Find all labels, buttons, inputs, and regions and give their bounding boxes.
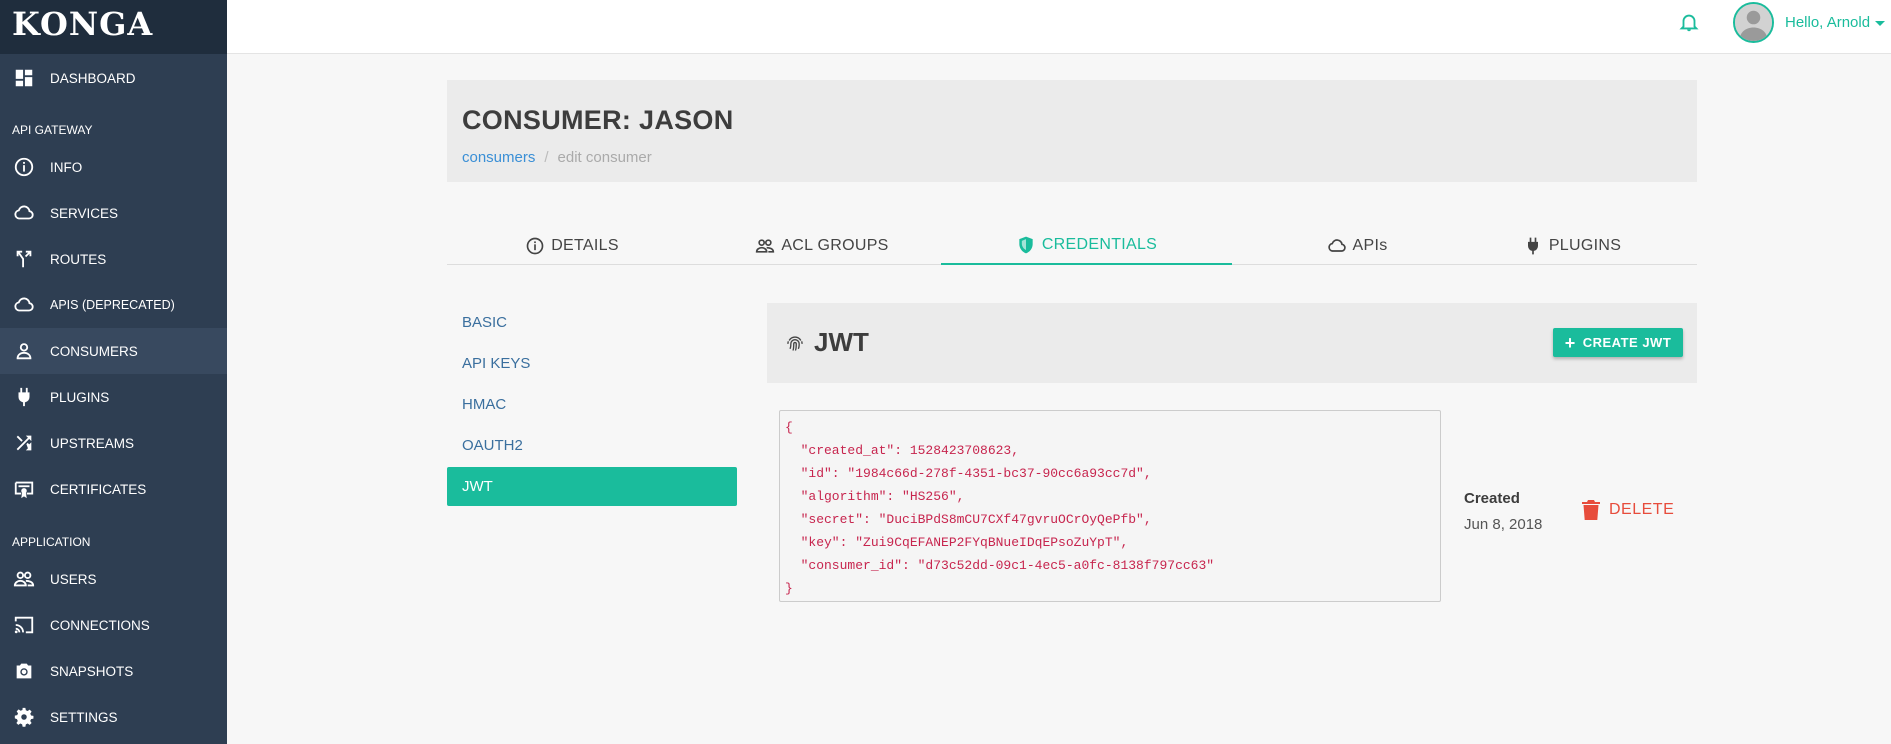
tab-label: ACL GROUPS — [781, 236, 889, 254]
info-icon — [12, 155, 36, 179]
trash-icon — [1582, 500, 1600, 520]
routes-icon — [12, 247, 36, 271]
page-header: CONSUMER: JASON consumers / edit consumer — [447, 80, 1697, 182]
camera-icon — [12, 659, 36, 683]
created-label: Created — [1464, 490, 1520, 507]
consumer-tabs: DETAILS ACL GROUPS CREDENTIALS APIs PLUG… — [447, 226, 1697, 265]
plug-icon — [12, 385, 36, 409]
sidebar-item-label: CONSUMERS — [50, 343, 138, 359]
tab-label: CREDENTIALS — [1041, 235, 1158, 253]
greeting-text: Hello, Arnold — [1785, 14, 1871, 31]
sidebar-item-label: USERS — [50, 571, 97, 587]
sidebar-item-dashboard[interactable]: DASHBOARD — [0, 55, 227, 101]
jwt-title: JWT — [785, 327, 869, 358]
sidebar-item-label: CONNECTIONS — [50, 617, 150, 633]
sidebar-item-settings[interactable]: SETTINGS — [0, 694, 227, 740]
sidebar-item-info[interactable]: INFO — [0, 144, 227, 190]
shield-icon — [1019, 236, 1033, 253]
breadcrumb-link-consumers[interactable]: consumers — [462, 149, 535, 166]
jwt-title-text: JWT — [814, 327, 869, 357]
sidebar-item-certificates[interactable]: CERTIFICATES — [0, 466, 227, 512]
cloud-icon — [1327, 238, 1346, 252]
sidebar-item-label: ROUTES — [50, 251, 107, 267]
tab-label: PLUGINS — [1548, 236, 1622, 254]
cloud-icon — [12, 201, 36, 225]
sidebar-item-label: SERVICES — [50, 205, 119, 221]
info-icon — [526, 237, 544, 254]
sidebar-item-label: CERTIFICATES — [50, 481, 147, 497]
sidebar-item-label: INFO — [50, 159, 83, 175]
shuffle-icon — [12, 431, 36, 455]
tab-details[interactable]: DETAILS — [447, 226, 697, 265]
cast-icon — [12, 613, 36, 637]
sidebar-item-apis-deprecated[interactable]: APIS (DEPRECATED) — [0, 282, 227, 328]
dashboard-icon — [12, 66, 36, 90]
credential-oauth2[interactable]: OAUTH2 — [447, 426, 737, 465]
fingerprint-icon — [787, 335, 803, 351]
sidebar-item-snapshots[interactable]: SNAPSHOTS — [0, 648, 227, 694]
tab-acl-groups[interactable]: ACL GROUPS — [697, 226, 947, 265]
create-jwt-label: CREATE JWT — [1582, 335, 1672, 350]
credential-jwt[interactable]: JWT — [447, 467, 737, 506]
user-menu[interactable]: Hello, Arnold — [1785, 14, 1886, 31]
sidebar-item-consumers[interactable]: CONSUMERS — [0, 328, 227, 374]
sidebar-item-label: SNAPSHOTS — [50, 663, 134, 679]
users-icon — [12, 567, 36, 591]
konga-logo[interactable]: KONGA — [0, 0, 227, 54]
bell-icon[interactable] — [1678, 10, 1700, 34]
credential-hmac[interactable]: HMAC — [447, 385, 737, 424]
credential-api-keys[interactable]: API KEYS — [447, 344, 737, 383]
sidebar-item-label: UPSTREAMS — [50, 435, 135, 451]
breadcrumb-current: edit consumer — [557, 149, 652, 166]
section-application: APPLICATION — [12, 535, 91, 549]
sidebar-item-plugins[interactable]: PLUGINS — [0, 374, 227, 420]
delete-button[interactable]: DELETE — [1582, 500, 1674, 520]
sidebar-item-routes[interactable]: ROUTES — [0, 236, 227, 282]
certificate-icon — [12, 477, 36, 501]
chevron-down-icon — [1875, 20, 1886, 26]
plus-icon: + — [1564, 332, 1576, 353]
tab-credentials[interactable]: CREDENTIALS — [941, 226, 1232, 265]
credential-basic[interactable]: BASIC — [447, 303, 737, 342]
plug-icon — [1527, 237, 1538, 254]
delete-label: DELETE — [1609, 501, 1675, 518]
sidebar-item-users[interactable]: USERS — [0, 556, 227, 602]
tab-label: DETAILS — [551, 236, 619, 254]
breadcrumb-separator: / — [544, 149, 549, 166]
sidebar-item-upstreams[interactable]: UPSTREAMS — [0, 420, 227, 466]
sidebar-item-label: SETTINGS — [50, 709, 118, 725]
users-icon — [756, 238, 775, 253]
tab-label: APIs — [1352, 236, 1388, 254]
avatar[interactable] — [1733, 2, 1774, 43]
sidebar: KONGA DASHBOARD API GATEWAY INFO SERVICE… — [0, 0, 227, 744]
tab-apis[interactable]: APIs — [1232, 226, 1482, 265]
top-bar — [227, 0, 1891, 54]
create-jwt-button[interactable]: + CREATE JWT — [1553, 328, 1683, 357]
jwt-panel-header: JWT + CREATE JWT — [767, 303, 1697, 383]
person-icon — [12, 339, 36, 363]
created-date: Jun 8, 2018 — [1464, 516, 1543, 533]
sidebar-item-label: DASHBOARD — [50, 70, 136, 86]
tab-plugins[interactable]: PLUGINS — [1447, 226, 1697, 265]
sidebar-item-connections[interactable]: CONNECTIONS — [0, 602, 227, 648]
sidebar-item-label: PLUGINS — [50, 389, 110, 405]
cloud-icon — [12, 293, 36, 317]
sidebar-item-label: APIS (DEPRECATED) — [50, 298, 175, 312]
sidebar-item-services[interactable]: SERVICES — [0, 190, 227, 236]
section-api-gateway: API GATEWAY — [12, 123, 93, 137]
jwt-json: { "created_at": 1528423708623, "id": "19… — [779, 410, 1441, 602]
gear-icon — [12, 705, 36, 729]
breadcrumb: consumers / edit consumer — [462, 149, 652, 166]
page-title: CONSUMER: JASON — [462, 105, 734, 135]
